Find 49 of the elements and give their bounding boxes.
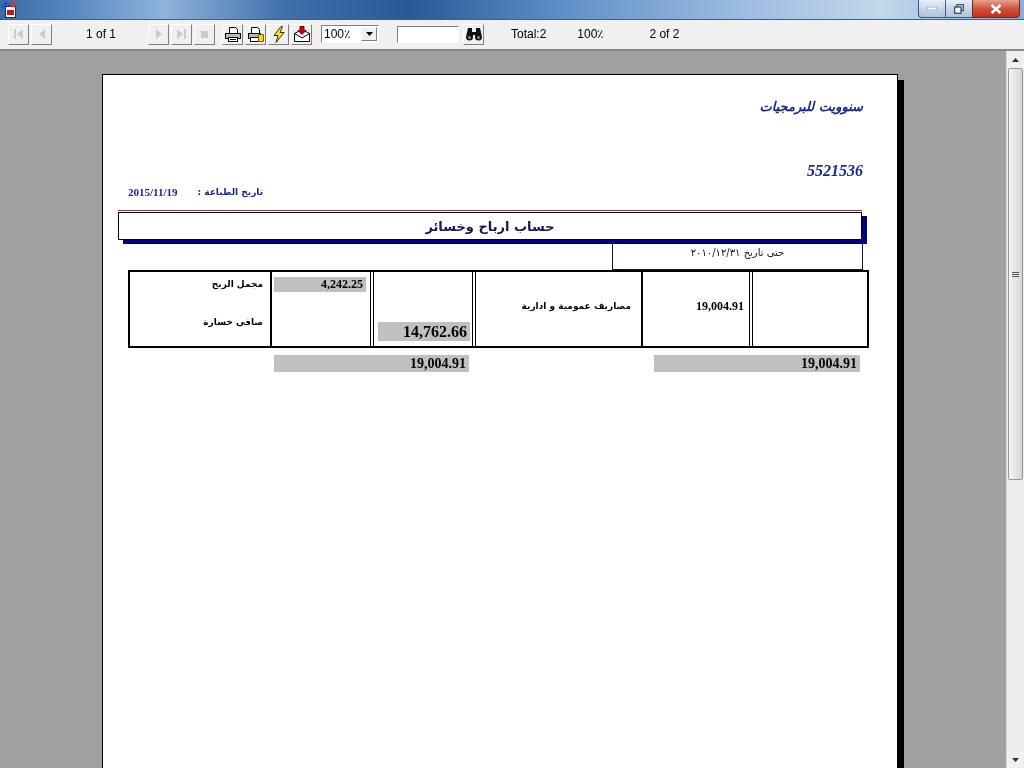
amount-cell: 14,762.66 [378,322,470,341]
caret-down-icon [1012,757,1019,762]
close-button[interactable] [972,0,1020,18]
search-field[interactable] [397,25,459,43]
total-count: Total:2 [511,27,547,41]
export-button[interactable] [291,23,312,45]
stop-icon [201,30,208,38]
grip-icon [1012,271,1019,277]
lightning-icon [272,25,285,43]
scroll-up-button[interactable] [1007,51,1024,68]
minimize-icon [927,7,937,10]
minimize-button[interactable] [918,0,945,18]
search-button[interactable] [463,23,484,45]
caret-down-icon [365,32,373,36]
zoom-level: 100٪ [577,27,604,41]
row-label: صافى خسارة [203,316,263,328]
period-label: حتى تاريخ ٢٠١٠/١٢/٣١ [690,247,785,261]
binoculars-icon [465,27,482,41]
print-button[interactable] [222,23,243,45]
scroll-down-button[interactable] [1007,751,1024,768]
report-title: حساب ارباح وخسائر [425,218,555,234]
scrollbar-thumb[interactable] [1008,68,1023,480]
printer-icon [224,26,241,42]
table-cell: 19,004.91 [643,272,753,346]
triangle-left-icon [38,29,45,39]
triangle-right-icon [155,29,162,39]
total-cell: 19,004.91 [654,355,860,372]
zoom-dropdown[interactable]: 100٪ [321,25,379,43]
close-icon [990,3,1002,14]
skip-to-end-icon [177,29,186,39]
company-name: سنوويت للبرمجيات [759,99,863,115]
print-date: 2015/11/19 [128,185,178,199]
page-indicator: 1 of 1 [85,27,117,41]
page-count: 2 of 2 [649,27,680,41]
header-number: 5521536 [807,162,863,180]
print-setup-button[interactable] [245,23,266,45]
total-cell: 19,004.91 [274,355,469,372]
print-date-label: تاريخ الطباعة : [197,186,264,199]
restore-button[interactable] [945,0,972,18]
caret-up-icon [1012,57,1019,62]
skip-to-start-icon [14,29,23,39]
refresh-button[interactable] [268,23,289,45]
amount-cell: 4,242.25 [274,277,366,292]
table-cell: مصاريف عمومية و ادارية [476,272,643,346]
row-label: مجمل الربح [211,278,263,290]
printer-icon [247,26,264,42]
app-icon [1,2,17,18]
envelope-arrow-icon [293,26,310,42]
restore-icon [954,3,964,14]
